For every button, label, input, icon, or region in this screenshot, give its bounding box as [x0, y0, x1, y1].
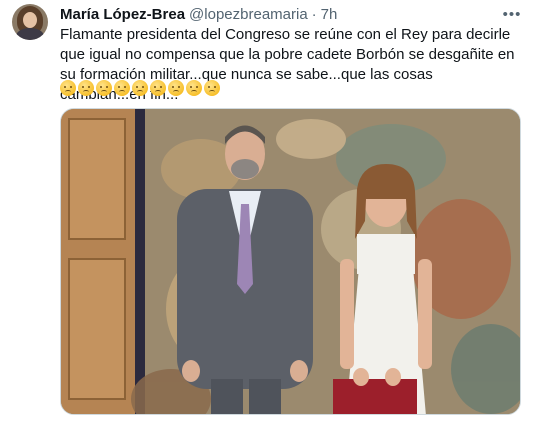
frowning-face-emoji-icon	[78, 80, 94, 96]
avatar[interactable]	[12, 4, 48, 40]
header-separator: ·	[311, 6, 317, 23]
frowning-face-emoji-icon	[96, 80, 112, 96]
frowning-face-emoji-icon	[168, 80, 184, 96]
photo-illustration	[61, 109, 520, 414]
tweet-photo[interactable]	[60, 108, 521, 415]
frowning-face-emoji-icon	[204, 80, 220, 96]
author-name[interactable]: María López-Brea	[60, 6, 185, 24]
author-handle[interactable]: @lopezbreamaria	[189, 6, 308, 24]
frowning-face-emoji-icon	[60, 80, 76, 96]
tweet-header: María López-Brea @lopezbreamaria · 7h	[60, 6, 337, 24]
emoji-row	[60, 80, 220, 96]
more-options-icon[interactable]: •••	[500, 4, 524, 24]
frowning-face-emoji-icon	[186, 80, 202, 96]
tweet-card[interactable]: María López-Brea @lopezbreamaria · 7h ••…	[0, 0, 534, 422]
frowning-face-emoji-icon	[150, 80, 166, 96]
tweet-timestamp[interactable]: 7h	[321, 6, 338, 24]
frowning-face-emoji-icon	[132, 80, 148, 96]
frowning-face-emoji-icon	[114, 80, 130, 96]
